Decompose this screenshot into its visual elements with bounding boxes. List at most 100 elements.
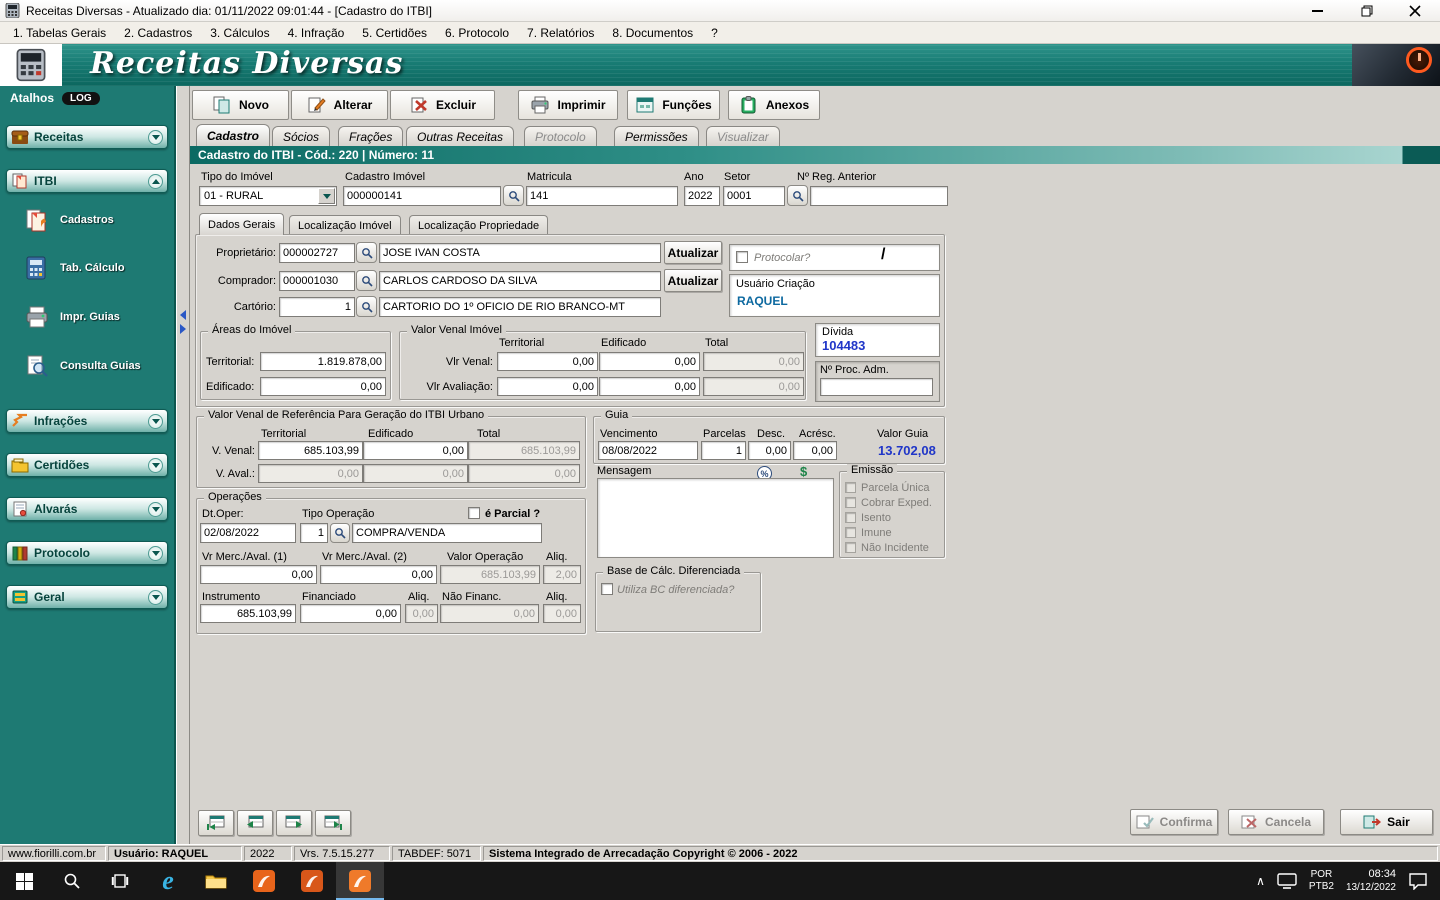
sidebar-item-certidoes[interactable]: Certidões [6, 453, 168, 477]
app-icon-3-active[interactable] [336, 862, 384, 900]
tipo-operacao-name-input[interactable] [352, 523, 542, 543]
vlr-avaliacao-territorial-input[interactable] [497, 377, 598, 396]
vlr-venal-territorial-input[interactable] [497, 352, 598, 371]
tray-chevron-icon[interactable]: ∧ [1256, 875, 1265, 887]
language-indicator[interactable]: POR PTB2 [1309, 869, 1334, 893]
close-button[interactable] [1392, 0, 1438, 22]
file-explorer-button[interactable] [192, 862, 240, 900]
chevron-down-icon[interactable] [148, 413, 163, 429]
chevron-down-icon[interactable] [148, 589, 163, 605]
sidebar-item-alvaras[interactable]: Alvarás [6, 497, 168, 521]
tab-protocolo[interactable]: Protocolo [524, 126, 597, 146]
comprador-atualizar-button[interactable]: Atualizar [664, 269, 722, 292]
novo-button[interactable]: Novo [192, 90, 289, 120]
alterar-button[interactable]: Alterar [291, 90, 388, 120]
proprietario-name-input[interactable] [379, 243, 661, 263]
cadastro-imovel-search-button[interactable] [503, 185, 524, 206]
comprador-code-input[interactable] [279, 271, 355, 291]
last-record-button[interactable] [315, 810, 351, 836]
tab-outras-receitas[interactable]: Outras Receitas [406, 126, 515, 146]
menu-calculos[interactable]: 3. Cálculos [201, 22, 278, 44]
vlr-avaliacao-edificado-input[interactable] [599, 377, 700, 396]
tab-cadastro[interactable]: Cadastro [196, 124, 271, 146]
setor-input[interactable] [723, 186, 785, 206]
sidebar-item-protocolo[interactable]: Protocolo [6, 541, 168, 565]
sidebar-subitem-impr-guias[interactable]: Impr. Guias [14, 295, 164, 339]
dropdown-arrow-icon[interactable] [318, 188, 335, 204]
v-venal-territorial-input[interactable] [258, 441, 363, 460]
tipo-imovel-select[interactable]: 01 - RURAL [199, 186, 337, 206]
cadastro-imovel-input[interactable] [343, 186, 501, 206]
parcelas-input[interactable] [701, 441, 746, 460]
task-view-button[interactable] [96, 862, 144, 900]
protocolar-checkbox[interactable] [736, 251, 748, 263]
prev-record-button[interactable] [237, 810, 273, 836]
setor-search-button[interactable] [787, 185, 808, 206]
first-record-button[interactable] [198, 810, 234, 836]
v-venal-edificado-input[interactable] [363, 441, 468, 460]
cancela-button[interactable]: Cancela [1228, 809, 1324, 835]
menu-tabelas-gerais[interactable]: 1. Tabelas Gerais [4, 22, 115, 44]
menu-relatorios[interactable]: 7. Relatórios [518, 22, 603, 44]
chevron-down-icon[interactable] [148, 545, 163, 561]
sidebar-splitter[interactable] [176, 86, 190, 862]
vr-merc2-input[interactable] [320, 565, 437, 584]
inner-tab-dados-gerais[interactable]: Dados Gerais [199, 213, 285, 235]
next-record-button[interactable] [276, 810, 312, 836]
tipo-operacao-search-button[interactable] [330, 523, 350, 543]
vencimento-input[interactable] [598, 441, 698, 460]
menu-infracao[interactable]: 4. Infração [279, 22, 354, 44]
chevron-down-icon[interactable] [148, 129, 163, 145]
dollar-icon[interactable]: $ [800, 464, 807, 479]
confirma-button[interactable]: Confirma [1130, 809, 1218, 835]
app-icon-2[interactable] [288, 862, 336, 900]
areas-territorial-input[interactable] [260, 352, 386, 371]
maximize-button[interactable] [1344, 0, 1390, 22]
proprietario-code-input[interactable] [279, 243, 355, 263]
sidebar-subitem-consulta-guias[interactable]: Consulta Guias [14, 344, 164, 388]
edge-browser-button[interactable]: e [144, 862, 192, 900]
notification-icon[interactable] [1408, 872, 1428, 890]
sidebar-item-infracoes[interactable]: Infrações [6, 409, 168, 433]
ano-input[interactable] [684, 186, 720, 206]
sidebar-item-itbi[interactable]: ITBI [6, 169, 168, 193]
dt-oper-input[interactable] [200, 523, 296, 543]
tab-fracoes[interactable]: Frações [338, 126, 404, 146]
tab-visualizar[interactable]: Visualizar [706, 126, 780, 146]
cartorio-search-button[interactable] [356, 296, 377, 317]
minimize-button[interactable] [1294, 0, 1340, 22]
display-icon[interactable] [1277, 873, 1297, 889]
matricula-input[interactable] [526, 186, 678, 206]
isento-checkbox[interactable] [845, 512, 856, 523]
anexos-button[interactable]: Anexos [728, 90, 820, 120]
menu-cadastros[interactable]: 2. Cadastros [115, 22, 201, 44]
proprietario-search-button[interactable] [356, 242, 377, 263]
taskbar-search-button[interactable] [48, 862, 96, 900]
cartorio-code-input[interactable] [279, 297, 355, 317]
cobrar-exped-checkbox[interactable] [845, 497, 856, 508]
parcela-unica-checkbox[interactable] [845, 482, 856, 493]
sidebar-subitem-tab-calculo[interactable]: Tab. Cálculo [14, 246, 164, 290]
vr-merc1-input[interactable] [200, 565, 317, 584]
financiado-input[interactable] [300, 604, 401, 623]
e-parcial-checkbox[interactable] [468, 507, 480, 519]
imprimir-button[interactable]: Imprimir [518, 90, 618, 120]
comprador-search-button[interactable] [356, 270, 377, 291]
clock[interactable]: 08:34 13/12/2022 [1346, 868, 1396, 894]
nao-incidente-checkbox[interactable] [845, 542, 856, 553]
desc-input[interactable] [748, 441, 791, 460]
bc-diferenciada-checkbox[interactable] [601, 583, 613, 595]
sidebar-item-geral[interactable]: Geral [6, 585, 168, 609]
comprador-name-input[interactable] [379, 271, 661, 291]
proc-adm-input[interactable] [820, 378, 933, 396]
proprietario-atualizar-button[interactable]: Atualizar [664, 241, 722, 264]
tab-socios[interactable]: Sócios [272, 126, 331, 146]
menu-protocolo[interactable]: 6. Protocolo [436, 22, 518, 44]
menu-certidoes[interactable]: 5. Certidões [353, 22, 436, 44]
instrumento-input[interactable] [200, 604, 296, 623]
cartorio-name-input[interactable] [379, 297, 661, 317]
app-icon-1[interactable] [240, 862, 288, 900]
menu-documentos[interactable]: 8. Documentos [603, 22, 702, 44]
imune-checkbox[interactable] [845, 527, 856, 538]
mensagem-textarea[interactable] [597, 478, 834, 558]
